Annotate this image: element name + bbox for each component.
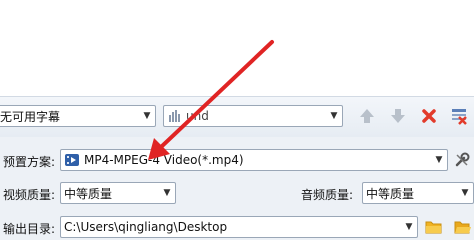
audio-quality-value: 中等质量 [366, 186, 415, 201]
chevron-down-icon: ▼ [461, 188, 469, 198]
video-format-icon [64, 152, 80, 168]
preset-value: MP4-MPEG-4 Video(*.mp4) [84, 153, 244, 167]
output-dir-select[interactable]: C:\Users\qingliang\Desktop ▼ [60, 216, 418, 238]
open-folder-icon [454, 221, 471, 234]
move-down-button[interactable] [387, 105, 409, 127]
video-quality-label: 视频质量: [3, 188, 56, 202]
video-quality-select[interactable]: 中等质量 ▼ [60, 182, 176, 204]
delete-button[interactable] [418, 105, 440, 127]
browse-folder-button[interactable] [423, 216, 445, 238]
clear-list-icon [452, 109, 467, 125]
close-icon [422, 109, 436, 123]
video-quality-value: 中等质量 [64, 186, 113, 201]
move-up-button[interactable] [356, 105, 378, 127]
content-area-top [0, 0, 474, 96]
arrow-up-icon [360, 109, 374, 123]
chevron-down-icon: ▼ [435, 155, 443, 165]
output-dir-label: 输出目录: [3, 222, 56, 236]
arrow-down-icon [391, 109, 405, 123]
clear-list-button[interactable] [448, 105, 470, 127]
audio-quality-label: 音频质量: [301, 188, 354, 202]
preset-settings-button[interactable] [451, 149, 473, 171]
output-dir-value: C:\Users\qingliang\Desktop [64, 220, 228, 234]
preset-select[interactable]: MP4-MPEG-4 Video(*.mp4) ▼ [60, 149, 448, 171]
subtitle-select-value: 无可用字幕 [0, 109, 61, 124]
chevron-down-icon: ▼ [330, 111, 338, 121]
chevron-down-icon: ▼ [143, 111, 151, 121]
subtitle-select[interactable]: 无可用字幕 ▼ [0, 105, 156, 127]
audio-quality-select[interactable]: 中等质量 ▼ [362, 182, 474, 204]
audio-track-select-value: und [186, 109, 209, 123]
preset-label: 预置方案: [3, 155, 56, 169]
open-output-folder-button[interactable] [452, 216, 474, 238]
audio-track-icon [167, 108, 183, 124]
folder-icon [425, 221, 442, 234]
audio-track-select[interactable]: und ▼ [163, 105, 343, 127]
chevron-down-icon: ▼ [163, 188, 171, 198]
chevron-down-icon: ▼ [405, 222, 413, 232]
wrench-icon [455, 152, 470, 167]
